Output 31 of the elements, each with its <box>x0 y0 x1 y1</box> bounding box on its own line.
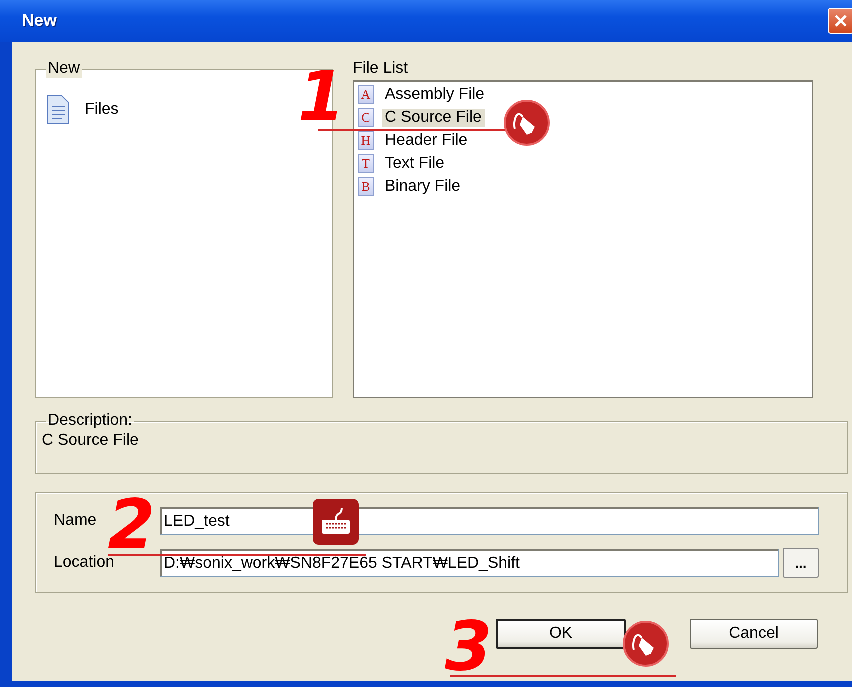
file-type-icon: A <box>358 85 374 104</box>
step-number: 3 <box>445 618 492 678</box>
list-item[interactable]: Assembly File <box>382 86 488 104</box>
keyboard-icon <box>312 498 360 546</box>
window-title: New <box>22 11 57 31</box>
mouse-icon <box>503 99 551 147</box>
dialog-button[interactable]: OK <box>496 619 626 649</box>
list-item[interactable]: Text File <box>382 154 448 172</box>
file-type-icon: H <box>358 131 374 150</box>
group-label: Description: <box>47 414 134 428</box>
list-item[interactable]: Binary File <box>382 178 464 196</box>
close-button[interactable] <box>828 8 852 34</box>
input-field[interactable]: D:₩sonix_work₩SN8F27E65 START₩LED_Shift <box>160 549 779 577</box>
file-type-icon: C <box>358 108 374 127</box>
mouse-icon <box>622 620 670 668</box>
step-number: 2 <box>108 496 156 556</box>
step-number: 1 <box>298 68 346 128</box>
browse-button[interactable]: ... <box>783 548 819 578</box>
description-text: C Source File <box>42 432 140 450</box>
group-label: New <box>46 60 82 78</box>
field-label: Location <box>54 554 116 572</box>
list-item[interactable]: Header File <box>382 132 471 150</box>
field-label: Name <box>54 512 98 530</box>
list-label: File List <box>353 60 410 78</box>
list-item[interactable]: Files <box>82 101 122 119</box>
input-field[interactable]: LED_test <box>160 507 819 535</box>
file-type-icon: T <box>358 154 374 173</box>
close-icon <box>833 13 849 29</box>
file-type-icon: B <box>358 177 374 196</box>
dialog-button[interactable]: Cancel <box>690 619 818 649</box>
list-item[interactable]: C Source File <box>382 108 485 126</box>
